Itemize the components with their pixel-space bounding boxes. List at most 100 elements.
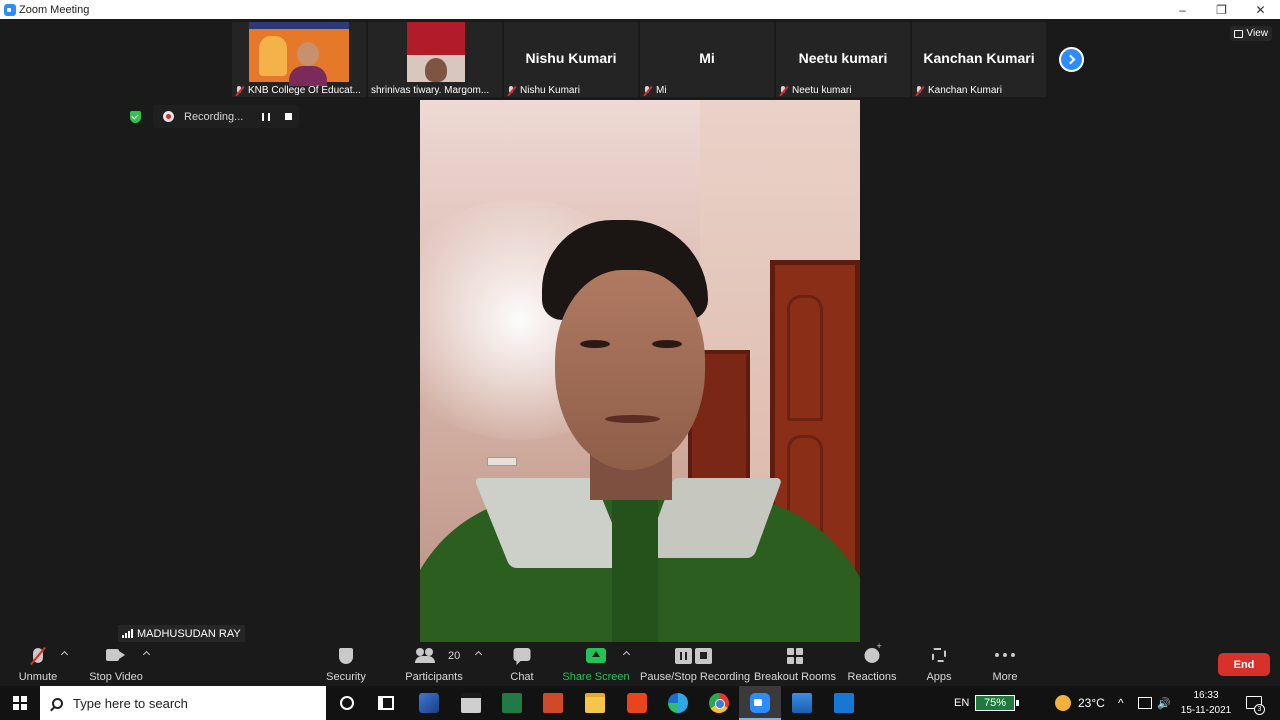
participant-name: Neetu kumari [798, 50, 888, 66]
participant-tile[interactable]: Neetu kumari Neetu kumari [776, 22, 910, 97]
volume-icon[interactable]: 🔊 [1157, 686, 1171, 720]
minimize-button[interactable]: – [1163, 0, 1202, 19]
active-speaker-video [420, 100, 860, 642]
store-icon[interactable] [461, 693, 481, 713]
zoom-app: Zoom Meeting – ❐ ✕ KNB College Of Educat… [0, 0, 1280, 720]
image-viewer-icon[interactable] [419, 693, 439, 713]
encryption-shield-icon[interactable] [130, 111, 141, 123]
participant-label-text: Kanchan Kumari [928, 85, 1002, 96]
office-icon[interactable] [627, 693, 647, 713]
video-camera-icon [106, 648, 126, 662]
active-speaker-tag: MADHUSUDAN RAY [118, 625, 245, 642]
chat-button[interactable]: Chat [500, 642, 544, 686]
participants-icon [415, 648, 437, 663]
zoom-taskbar-item[interactable] [739, 686, 781, 720]
participant-label-text: shrinivas tiwary. Margom... [371, 85, 490, 96]
participant-name: Kanchan Kumari [923, 50, 1035, 66]
photos-icon[interactable] [792, 693, 812, 713]
stop-recording-icon[interactable] [285, 113, 292, 120]
task-view-icon[interactable] [378, 696, 394, 710]
thumbnail-body [289, 66, 327, 86]
video-player-icon[interactable] [834, 693, 854, 713]
end-meeting-button[interactable]: End [1218, 653, 1270, 676]
light-switch [487, 457, 517, 466]
participant-label: KNB College Of Educat... [235, 85, 361, 96]
mic-muted-icon [507, 85, 516, 96]
share-screen-button[interactable]: Share Screen [562, 642, 630, 686]
participant-label-text: Neetu kumari [792, 85, 852, 96]
unmute-label: Unmute [18, 671, 58, 683]
more-button[interactable]: More [984, 642, 1026, 686]
power-icon[interactable] [1138, 697, 1152, 709]
temperature[interactable]: 23°C [1078, 686, 1105, 720]
view-label: View [1246, 28, 1269, 39]
maximize-button[interactable]: ❐ [1202, 0, 1241, 19]
audio-options-caret[interactable] [60, 650, 69, 659]
mic-muted-icon [915, 85, 924, 96]
notification-count: 3 [1254, 704, 1265, 715]
reactions-label: Reactions [847, 671, 897, 683]
breakout-rooms-button[interactable]: Breakout Rooms [754, 642, 836, 686]
gallery-strip: KNB College Of Educat... shrinivas tiwar… [232, 22, 1048, 97]
participants-button[interactable]: Participants [398, 642, 470, 686]
participant-tile[interactable]: Kanchan Kumari Kanchan Kumari [912, 22, 1046, 97]
unmute-button[interactable]: Unmute [14, 642, 62, 686]
participant-tile[interactable]: Mi Mi [640, 22, 774, 97]
mouth [605, 415, 660, 423]
participant-tile[interactable]: shrinivas tiwary. Margom... [368, 22, 502, 97]
weather-sun-icon[interactable] [1055, 695, 1071, 711]
participant-label: Nishu Kumari [507, 85, 580, 96]
zoom-app-icon [750, 693, 770, 713]
chat-icon [513, 648, 531, 665]
clock-time: 16:33 [1193, 690, 1219, 701]
participants-options-caret[interactable] [474, 650, 483, 659]
next-page-button[interactable] [1059, 47, 1084, 72]
taskbar-search-input[interactable] [73, 695, 303, 711]
participant-tile[interactable]: KNB College Of Educat... [232, 22, 366, 97]
participant-label: Neetu kumari [779, 85, 851, 96]
pause-stop-recording-icon [675, 648, 713, 664]
participants-label: Participants [405, 671, 463, 683]
breakout-rooms-icon [787, 648, 803, 664]
eye [652, 340, 682, 348]
edge-browser-icon[interactable] [668, 693, 688, 713]
battery-indicator[interactable]: 75% [975, 695, 1019, 711]
chrome-browser-icon[interactable] [709, 693, 729, 713]
search-icon [52, 697, 63, 709]
close-button[interactable]: ✕ [1241, 0, 1280, 19]
security-label: Security [326, 671, 366, 683]
more-label: More [992, 671, 1018, 683]
participant-tile[interactable]: Nishu Kumari Nishu Kumari [504, 22, 638, 97]
powerpoint-icon[interactable] [543, 693, 563, 713]
system-clock[interactable]: 16:33 15-11-2021 [1176, 688, 1236, 718]
window-controls: – ❐ ✕ [1163, 0, 1280, 19]
participant-label: Kanchan Kumari [915, 85, 1002, 96]
share-screen-label: Share Screen [562, 671, 630, 683]
input-language[interactable]: EN [954, 686, 969, 720]
recording-dot-icon [163, 111, 174, 122]
cortana-icon[interactable] [340, 696, 354, 710]
reactions-button[interactable]: Reactions [846, 641, 898, 686]
excel-icon[interactable] [502, 693, 522, 713]
participant-label-text: KNB College Of Educat... [248, 85, 361, 96]
title-bar: Zoom Meeting – ❐ ✕ [0, 0, 1280, 19]
mic-muted-icon [779, 85, 788, 96]
apps-button[interactable]: Apps [918, 642, 960, 686]
participant-label-text: Nishu Kumari [520, 85, 581, 96]
file-explorer-icon[interactable] [585, 693, 605, 713]
pause-recording-icon[interactable] [262, 112, 270, 121]
stop-video-button[interactable]: Stop Video [86, 642, 146, 686]
view-button[interactable]: View [1229, 26, 1272, 41]
shirt-placket [612, 500, 658, 642]
pause-stop-recording-button[interactable]: Pause/Stop Recording [640, 642, 750, 686]
tray-chevron-icon[interactable]: ^ [1118, 686, 1124, 720]
security-button[interactable]: Security [320, 642, 372, 686]
participant-count: 20 [448, 650, 461, 662]
active-speaker-name: MADHUSUDAN RAY [137, 627, 241, 640]
clock-date: 15-11-2021 [1180, 705, 1232, 716]
windows-start-icon[interactable] [13, 696, 27, 710]
stop-video-label: Stop Video [89, 671, 143, 683]
participant-label: shrinivas tiwary. Margom... [371, 85, 489, 96]
signal-strength-icon [122, 629, 133, 638]
taskbar-search[interactable] [40, 686, 326, 720]
